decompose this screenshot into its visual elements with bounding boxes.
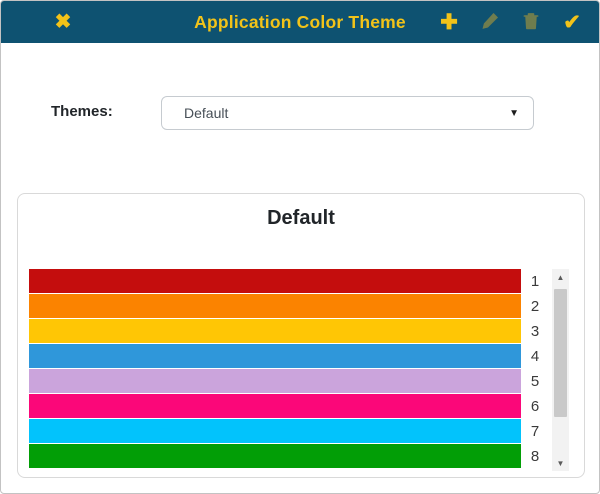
themes-dropdown[interactable]: Default ▼ <box>161 96 534 130</box>
color-row: 5 <box>29 369 569 394</box>
color-swatch-4[interactable] <box>29 344 521 368</box>
themes-label: Themes: <box>51 103 113 120</box>
color-index-label: 2 <box>521 294 549 318</box>
color-row: 8 <box>29 444 569 469</box>
color-index-label: 7 <box>521 419 549 443</box>
color-row: 7 <box>29 419 569 444</box>
color-index-label: 5 <box>521 369 549 393</box>
color-row: 4 <box>29 344 569 369</box>
themes-row: Themes: Default ▼ <box>1 96 599 130</box>
theme-name-heading: Default <box>18 207 584 230</box>
color-row: 6 <box>29 394 569 419</box>
color-swatch-5[interactable] <box>29 369 521 393</box>
color-index-label: 6 <box>521 394 549 418</box>
color-swatch-1[interactable] <box>29 269 521 293</box>
color-row: 1 <box>29 269 569 294</box>
plus-icon: ✚ <box>440 12 458 33</box>
dialog-header: ✖ Application Color Theme ✚ <box>1 1 599 43</box>
check-icon: ✔ <box>563 12 581 33</box>
themes-dropdown-value: Default <box>184 105 228 121</box>
color-row: 2 <box>29 294 569 319</box>
application-color-theme-dialog: ✖ Application Color Theme ✚ <box>0 0 600 494</box>
color-row: 3 <box>29 319 569 344</box>
theme-preview-panel: Default 1 2 3 4 5 <box>17 193 585 478</box>
color-swatch-7[interactable] <box>29 419 521 443</box>
scrollbar-thumb[interactable] <box>554 289 567 417</box>
chevron-down-icon: ▼ <box>509 108 519 119</box>
color-index-label: 4 <box>521 344 549 368</box>
vertical-scrollbar[interactable]: ▲ ▼ <box>552 269 569 471</box>
color-index-label: 3 <box>521 319 549 343</box>
color-list: 1 2 3 4 5 6 7 <box>29 269 569 471</box>
trash-icon <box>521 11 541 34</box>
color-swatch-8[interactable] <box>29 444 521 468</box>
delete-theme-button[interactable] <box>519 9 543 35</box>
color-index-label: 8 <box>521 444 549 468</box>
scrollbar-down-arrow-icon[interactable]: ▼ <box>552 455 569 471</box>
color-index-label: 1 <box>521 269 549 293</box>
add-theme-button[interactable]: ✚ <box>437 9 461 35</box>
color-swatch-2[interactable] <box>29 294 521 318</box>
confirm-button[interactable]: ✔ <box>560 9 584 35</box>
edit-theme-button[interactable] <box>478 9 502 35</box>
scrollbar-up-arrow-icon[interactable]: ▲ <box>552 269 569 285</box>
header-actions: ✚ <box>437 1 584 43</box>
pencil-icon <box>480 11 500 34</box>
color-swatch-3[interactable] <box>29 319 521 343</box>
color-swatch-6[interactable] <box>29 394 521 418</box>
